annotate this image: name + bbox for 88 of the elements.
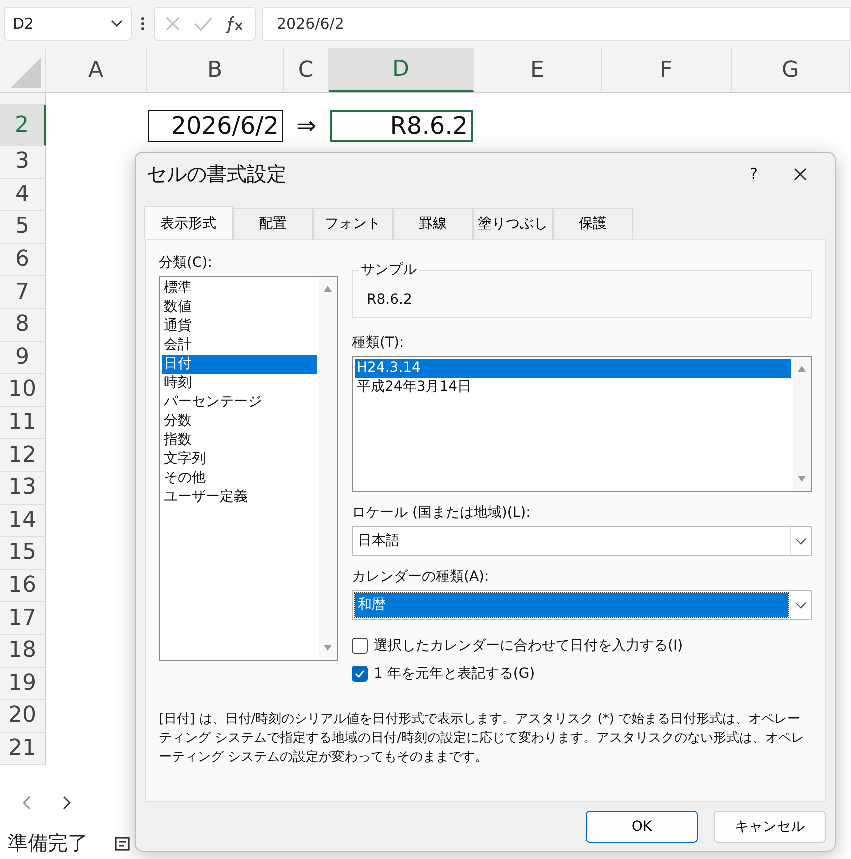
tab[interactable]: フォント	[313, 208, 393, 239]
column-header[interactable]: B	[147, 48, 284, 92]
row-header[interactable]: 12	[0, 439, 46, 472]
locale-label: ロケール (国または地域)(L):	[352, 504, 532, 522]
row-header[interactable]: 15	[0, 537, 46, 570]
row-header[interactable]: 10	[0, 374, 46, 407]
row-header[interactable]: 11	[0, 406, 46, 440]
list-item[interactable]: 指数	[162, 431, 317, 450]
row-header[interactable]: 13	[0, 472, 46, 505]
chevron-left-icon[interactable]	[22, 796, 32, 810]
checkmark-icon	[355, 670, 365, 678]
chevron-down-icon	[111, 20, 123, 28]
check-icon[interactable]	[193, 16, 213, 32]
scroll-up-icon[interactable]	[323, 285, 333, 293]
column-header[interactable]: E	[474, 48, 602, 92]
scroll-up-icon[interactable]	[797, 365, 807, 373]
row-header[interactable]: 7	[0, 276, 46, 309]
calendar-label: カレンダーの種類(A):	[352, 568, 490, 586]
row-header[interactable]: 2	[0, 105, 46, 146]
tab[interactable]: 表示形式	[144, 206, 233, 239]
locale-dropdown[interactable]: 日本語	[352, 526, 812, 556]
list-item[interactable]: 時刻	[162, 374, 317, 393]
row-header[interactable]: 5	[0, 211, 46, 244]
list-item[interactable]: その他	[162, 469, 317, 488]
type-label: 種類(T):	[352, 334, 406, 352]
row-header[interactable]: 9	[0, 342, 46, 374]
type-list[interactable]: H24.3.14 平成24年3月14日	[352, 356, 812, 492]
function-icon[interactable]	[225, 15, 245, 33]
cancel-icon[interactable]	[165, 16, 181, 32]
chevron-down-icon	[795, 538, 807, 544]
list-item[interactable]: 文字列	[162, 450, 317, 469]
tab[interactable]: 配置	[233, 208, 313, 239]
checkbox-label: 1 年を元年と表記する(G)	[374, 665, 536, 683]
row-header[interactable]: 8	[0, 308, 46, 342]
row-header[interactable]: 18	[0, 634, 46, 668]
more-options-icon[interactable]	[141, 16, 145, 32]
row-header[interactable]: 20	[0, 700, 46, 733]
tab[interactable]: 保護	[553, 208, 633, 239]
description-text: [日付] は、日付/時刻のシリアル値を日付形式で表示します。アスタリスク (*) で始まる日付形式は、オペレーティング システムで指定する地域の日付/時刻の設定に応じて変わります。アスタリスクのない形式は、オペレーティング システムの設定が変わってもそのままです。	[159, 711, 806, 767]
row-header[interactable]: 4	[0, 178, 46, 212]
dialog-button[interactable]: OK	[586, 810, 698, 842]
calendar-dropdown[interactable]: 和暦	[352, 590, 812, 620]
list-item[interactable]: 会計	[162, 336, 317, 355]
row-header[interactable]: 6	[0, 244, 46, 276]
sheet-icon	[114, 834, 132, 852]
tab[interactable]: 罫線	[393, 208, 473, 239]
list-item[interactable]: パーセンテージ	[162, 393, 317, 412]
row-header[interactable]	[0, 93, 46, 105]
category-list[interactable]: 標準 数値 通貨 会計 日付 時刻 パーセンテージ 分数 指数 文字列 その他 ユーザー定義	[159, 276, 338, 661]
close-icon	[794, 168, 806, 180]
column-header[interactable]: G	[732, 48, 850, 92]
name-box[interactable]: D2	[4, 7, 132, 41]
chevron-right-icon[interactable]	[62, 796, 72, 810]
scroll-down-icon[interactable]	[323, 644, 333, 652]
row-header[interactable]: 19	[0, 668, 46, 700]
category-label: 分類(C):	[159, 254, 214, 272]
checkbox[interactable]	[352, 638, 368, 654]
column-header[interactable]: D	[329, 48, 474, 92]
list-item[interactable]: 分数	[162, 412, 317, 431]
row-header[interactable]: 14	[0, 504, 46, 538]
table-cell: 2026/6/2	[148, 110, 283, 142]
dialog-button[interactable]: キャンセル	[714, 810, 826, 842]
row-header[interactable]: 16	[0, 570, 46, 602]
tab[interactable]: 塗りつぶし	[473, 208, 553, 239]
sample-label: サンプル	[359, 261, 419, 279]
dialog-title: セルの書式設定	[147, 160, 288, 188]
list-item[interactable]: 平成24年3月14日	[355, 378, 791, 397]
list-item[interactable]: 通貨	[162, 317, 317, 336]
scroll-down-icon[interactable]	[797, 475, 807, 483]
list-item[interactable]: 数値	[162, 298, 317, 317]
table-cell: R8.6.2	[330, 110, 473, 142]
status-text: 準備完了	[8, 830, 88, 857]
chevron-down-icon	[795, 602, 807, 608]
formula-field[interactable]: 2026/6/2	[262, 7, 851, 41]
row-header[interactable]: 21	[0, 732, 46, 766]
help-button[interactable]: ?	[731, 154, 777, 194]
list-item[interactable]: H24.3.14	[355, 359, 791, 378]
list-item[interactable]: ユーザー定義	[162, 488, 317, 507]
checkbox-label: 選択したカレンダーに合わせて日付を入力する(I)	[374, 637, 684, 655]
column-header[interactable]: F	[602, 48, 732, 92]
table-cell-text: ⇒	[295, 110, 318, 142]
list-item[interactable]: 標準	[162, 279, 317, 298]
checkbox[interactable]	[352, 666, 368, 682]
row-header[interactable]: 3	[0, 146, 46, 179]
column-header[interactable]: A	[46, 48, 147, 92]
sample-value: R8.6.2	[367, 292, 412, 308]
row-header[interactable]: 17	[0, 602, 46, 635]
list-item[interactable]: 日付	[162, 355, 317, 374]
